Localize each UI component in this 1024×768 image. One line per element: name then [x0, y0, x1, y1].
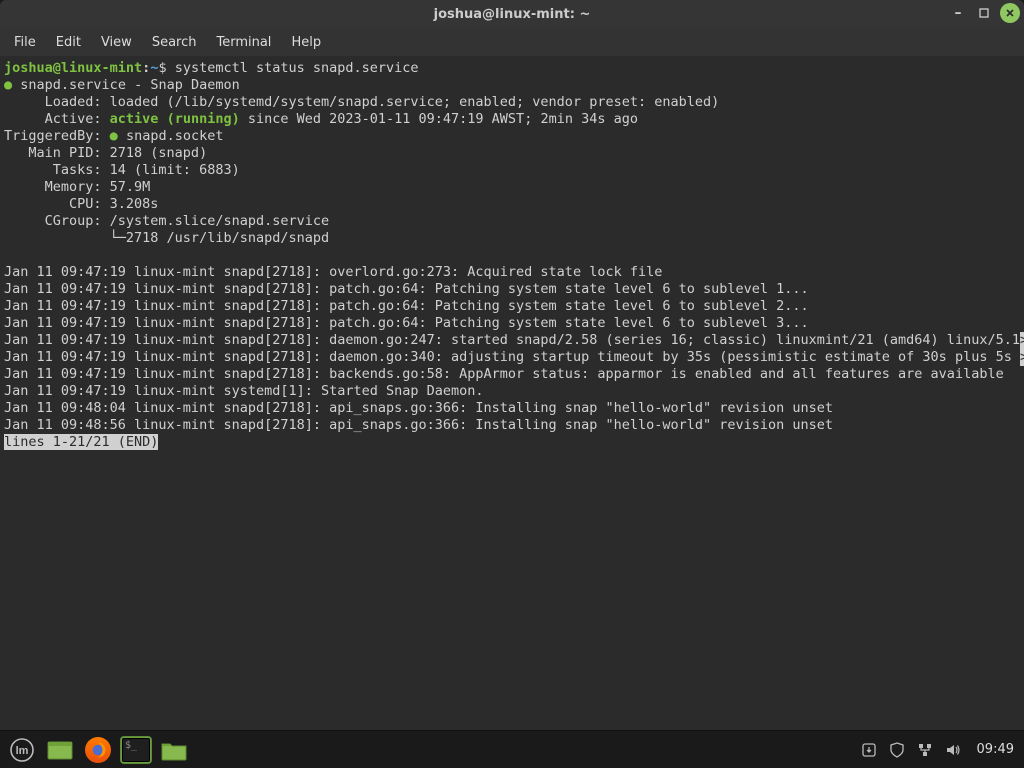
- shield-icon[interactable]: [889, 742, 905, 758]
- active-value: active (running): [110, 111, 240, 127]
- close-button[interactable]: [1000, 3, 1020, 23]
- menu-edit[interactable]: Edit: [48, 32, 89, 53]
- loaded-line: Loaded: loaded (/lib/systemd/system/snap…: [4, 94, 719, 110]
- status-dot-icon: ●: [4, 77, 12, 93]
- command-text: systemctl status snapd.service: [175, 60, 419, 76]
- window-title: joshua@linux-mint: ~: [434, 7, 591, 22]
- show-desktop-button[interactable]: [44, 735, 76, 765]
- firefox-icon: [85, 737, 111, 763]
- menu-view[interactable]: View: [93, 32, 140, 53]
- triggered-value: snapd.socket: [126, 128, 224, 144]
- terminal-output[interactable]: joshua@linux-mint:~$ systemctl status sn…: [0, 56, 1024, 730]
- prompt-user: joshua@linux-mint: [4, 60, 142, 76]
- taskbar-right: 09:49: [861, 742, 1018, 758]
- taskbar-left: lm: [6, 735, 190, 765]
- menu-search[interactable]: Search: [144, 32, 205, 53]
- active-label: Active:: [4, 111, 110, 127]
- window-controls: –: [948, 3, 1020, 23]
- unit-line: snapd.service - Snap Daemon: [20, 77, 239, 93]
- network-icon[interactable]: [917, 742, 933, 758]
- log-line: Jan 11 09:48:04 linux-mint snapd[2718]: …: [4, 400, 833, 416]
- terminal-launcher-active[interactable]: [120, 735, 152, 765]
- svg-text:lm: lm: [16, 745, 29, 757]
- cpu-line: CPU: 3.208s: [4, 196, 158, 212]
- clock[interactable]: 09:49: [973, 742, 1018, 757]
- start-menu-button[interactable]: lm: [6, 735, 38, 765]
- log-line: Jan 11 09:47:19 linux-mint snapd[2718]: …: [4, 366, 1004, 382]
- memory-line: Memory: 57.9M: [4, 179, 150, 195]
- triggered-label: TriggeredBy:: [4, 128, 110, 144]
- update-manager-icon[interactable]: [861, 742, 877, 758]
- log-line: Jan 11 09:47:19 linux-mint snapd[2718]: …: [4, 349, 1020, 365]
- tasks-line: Tasks: 14 (limit: 6883): [4, 162, 240, 178]
- files-launcher[interactable]: [158, 735, 190, 765]
- log-line: Jan 11 09:47:19 linux-mint snapd[2718]: …: [4, 315, 809, 331]
- log-line: Jan 11 09:47:19 linux-mint systemd[1]: S…: [4, 383, 484, 399]
- menu-terminal[interactable]: Terminal: [208, 32, 279, 53]
- titlebar[interactable]: joshua@linux-mint: ~ –: [0, 0, 1024, 28]
- volume-icon[interactable]: [945, 742, 961, 758]
- cgroup-line: CGroup: /system.slice/snapd.service: [4, 213, 329, 229]
- line-continuation-marker: >: [1020, 332, 1024, 349]
- terminal-icon: [121, 737, 151, 763]
- log-line: Jan 11 09:47:19 linux-mint snapd[2718]: …: [4, 264, 662, 280]
- main-pid-line: Main PID: 2718 (snapd): [4, 145, 207, 161]
- pager-status: lines 1-21/21 (END): [4, 434, 158, 450]
- terminal-window: joshua@linux-mint: ~ – File Edit View Se…: [0, 0, 1024, 730]
- menubar: File Edit View Search Terminal Help: [0, 28, 1024, 56]
- minimize-button[interactable]: –: [948, 3, 968, 23]
- menu-help[interactable]: Help: [283, 32, 329, 53]
- line-continuation-marker: >: [1020, 349, 1024, 366]
- taskbar: lm 09:49: [0, 730, 1024, 768]
- log-line: Jan 11 09:47:19 linux-mint snapd[2718]: …: [4, 281, 809, 297]
- log-line: Jan 11 09:48:56 linux-mint snapd[2718]: …: [4, 417, 833, 433]
- status-dot-icon: ●: [110, 128, 118, 144]
- log-line: Jan 11 09:47:19 linux-mint snapd[2718]: …: [4, 332, 1020, 348]
- cgroup-child-line: └─2718 /usr/lib/snapd/snapd: [4, 230, 329, 246]
- firefox-launcher[interactable]: [82, 735, 114, 765]
- log-line: Jan 11 09:47:19 linux-mint snapd[2718]: …: [4, 298, 809, 314]
- maximize-button[interactable]: [974, 3, 994, 23]
- active-rest: since Wed 2023-01-11 09:47:19 AWST; 2min…: [240, 111, 638, 127]
- menu-file[interactable]: File: [6, 32, 44, 53]
